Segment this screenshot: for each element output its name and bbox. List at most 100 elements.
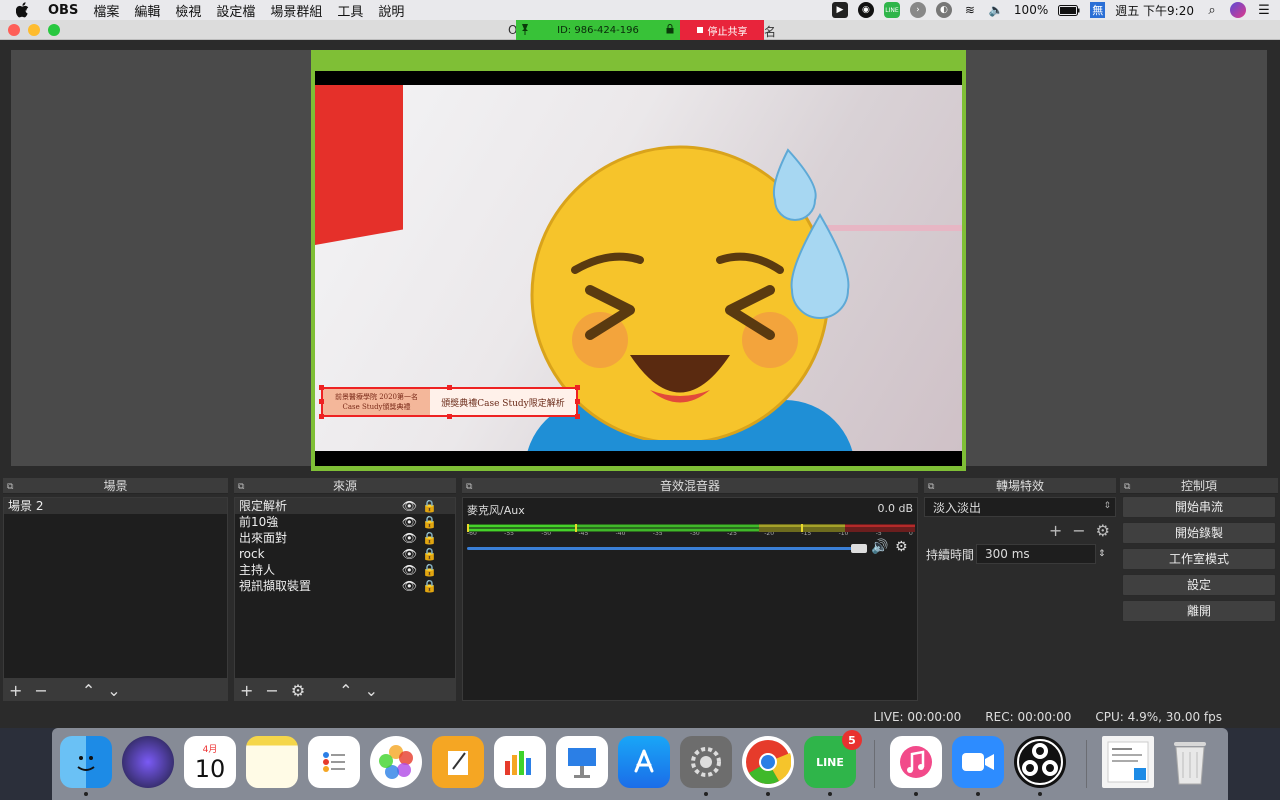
menu-edit[interactable]: 編輯 — [134, 1, 160, 20]
remove-source-button[interactable]: − — [265, 681, 278, 700]
start-streaming-button[interactable]: 開始串流 — [1122, 496, 1276, 518]
add-transition-button[interactable]: + — [1049, 521, 1062, 540]
move-source-up-button[interactable]: ⌃ — [339, 681, 352, 700]
resize-handle[interactable] — [575, 414, 580, 419]
fader-knob[interactable] — [851, 544, 867, 553]
exit-button[interactable]: 離開 — [1122, 600, 1276, 622]
menu-tools[interactable]: 工具 — [337, 1, 363, 20]
trash-icon[interactable] — [1164, 736, 1216, 788]
emoji-sweat-smile-icon[interactable] — [530, 140, 875, 440]
eye-icon[interactable]: 👁 — [402, 546, 417, 562]
input-method-indicator[interactable]: 無 — [1090, 2, 1106, 18]
minimize-window-button[interactable] — [28, 24, 40, 36]
lock-icon[interactable]: 🔒 — [422, 562, 437, 578]
obs-tray-icon[interactable]: ◉ — [857, 2, 874, 18]
transition-select[interactable]: 淡入淡出 ⇕ — [924, 497, 1116, 517]
lock-icon[interactable]: 🔒 — [422, 546, 437, 562]
pages-icon[interactable] — [432, 736, 484, 788]
source-item[interactable]: 出來面對 👁 🔒 — [235, 530, 455, 546]
downloads-stack-icon[interactable] — [1102, 736, 1154, 788]
resize-handle[interactable] — [319, 399, 324, 404]
lock-icon[interactable]: 🔒 — [422, 498, 437, 514]
dock-float-icon[interactable]: ⧉ — [466, 479, 472, 495]
video-icon[interactable]: ▶ — [831, 2, 848, 18]
obs-app-icon[interactable] — [1014, 736, 1066, 796]
scene-item[interactable]: 場景 2 — [4, 498, 227, 514]
battery-icon[interactable] — [1058, 4, 1080, 16]
webcam-source[interactable]: 前景醫療學院 2020第一名 Case Study頒獎典禮 頒獎典禮Case S… — [315, 85, 962, 451]
lock-icon[interactable]: 🔒 — [422, 578, 437, 594]
line-tray-icon[interactable]: LINE — [883, 2, 900, 18]
canvas-frame[interactable]: 前景醫療學院 2020第一名 Case Study頒獎典禮 頒獎典禮Case S… — [315, 71, 962, 466]
source-item[interactable]: 視訊擷取裝置 👁 🔒 — [235, 578, 455, 594]
sources-list[interactable]: 限定解析 👁 🔒 前10強 👁 🔒 出來面對 👁 🔒 rock 👁 🔒 主持人 👁 🔒 視訊擷取裝置… — [234, 497, 456, 679]
dock-float-icon[interactable]: ⧉ — [7, 479, 13, 495]
resize-handle[interactable] — [575, 385, 580, 390]
calendar-icon[interactable]: 4月 10 — [184, 736, 236, 788]
duration-stepper[interactable]: ⇕ — [1098, 549, 1106, 559]
line-app-icon[interactable]: LINE 5 — [804, 730, 862, 796]
itunes-music-icon[interactable] — [890, 736, 942, 796]
lock-icon[interactable]: 🔒 — [422, 530, 437, 546]
remove-transition-button[interactable]: − — [1072, 521, 1085, 540]
speaker-mute-icon[interactable]: 🔊 — [871, 539, 888, 555]
lower-third-overlay[interactable]: 前景醫療學院 2020第一名 Case Study頒獎典禮 頒獎典禮Case S… — [319, 385, 580, 419]
dock-float-icon[interactable]: ⧉ — [238, 479, 244, 495]
eye-icon[interactable]: 👁 — [402, 530, 417, 546]
remove-scene-button[interactable]: − — [34, 681, 47, 700]
start-recording-button[interactable]: 開始錄製 — [1122, 522, 1276, 544]
source-item[interactable]: rock 👁 🔒 — [235, 546, 455, 562]
add-source-button[interactable]: + — [240, 681, 253, 700]
eye-icon[interactable]: 👁 — [402, 498, 417, 514]
menu-profile[interactable]: 設定檔 — [216, 1, 255, 20]
zoom-app-icon[interactable] — [952, 736, 1004, 796]
photos-icon[interactable] — [370, 736, 422, 788]
apple-icon[interactable] — [16, 2, 34, 18]
forward-icon[interactable]: › — [909, 2, 926, 18]
mixer-settings-gear-icon[interactable]: ⚙ — [895, 539, 908, 555]
pin-icon[interactable] — [520, 23, 530, 38]
menu-clock[interactable]: 週五 下午9:20 — [1115, 2, 1194, 19]
menu-view[interactable]: 檢視 — [175, 1, 201, 20]
system-preferences-icon[interactable] — [680, 736, 732, 796]
resize-handle[interactable] — [319, 385, 324, 390]
stop-share-button[interactable]: 停止共享 — [680, 20, 764, 40]
studio-mode-button[interactable]: 工作室模式 — [1122, 548, 1276, 570]
airplay-icon[interactable]: ◐ — [935, 2, 952, 18]
chrome-icon[interactable] — [742, 736, 794, 796]
source-settings-gear-icon[interactable]: ⚙ — [291, 681, 305, 700]
notes-icon[interactable] — [246, 736, 298, 788]
program-canvas[interactable]: 前景醫療學院 2020第一名 Case Study頒獎典禮 頒獎典禮Case S… — [311, 50, 966, 471]
source-item[interactable]: 前10強 👁 🔒 — [235, 514, 455, 530]
move-source-down-button[interactable]: ⌄ — [365, 681, 378, 700]
duration-input[interactable]: 300 ms — [976, 544, 1096, 564]
menu-app-name[interactable]: OBS — [48, 3, 78, 18]
menu-file[interactable]: 檔案 — [93, 1, 119, 20]
volume-icon[interactable]: 🔈 — [988, 2, 1004, 18]
keynote-icon[interactable] — [556, 736, 608, 788]
fader-track[interactable] — [467, 547, 857, 550]
finder-icon[interactable] — [60, 736, 112, 796]
eye-icon[interactable]: 👁 — [402, 514, 417, 530]
resize-handle[interactable] — [447, 385, 452, 390]
move-scene-down-button[interactable]: ⌄ — [107, 681, 120, 700]
menu-scene-collection[interactable]: 場景群組 — [270, 1, 322, 20]
resize-handle[interactable] — [319, 414, 324, 419]
notification-center-icon[interactable]: ☰ — [1256, 2, 1272, 18]
add-scene-button[interactable]: + — [9, 681, 22, 700]
volume-fader[interactable]: 🔊 ⚙ — [467, 539, 913, 557]
transition-settings-gear-icon[interactable]: ⚙ — [1096, 521, 1110, 540]
scenes-list[interactable]: 場景 2 — [3, 497, 228, 679]
menu-help[interactable]: 說明 — [378, 1, 404, 20]
resize-handle[interactable] — [575, 399, 580, 404]
lock-icon[interactable]: 🔒 — [422, 514, 437, 530]
siri-icon[interactable] — [122, 736, 174, 788]
resize-handle[interactable] — [447, 414, 452, 419]
dock-float-icon[interactable]: ⧉ — [928, 479, 934, 495]
spotlight-search-icon[interactable]: ⌕ — [1204, 2, 1220, 18]
wifi-icon[interactable]: ≋ — [962, 2, 978, 18]
move-scene-up-button[interactable]: ⌃ — [82, 681, 95, 700]
source-item[interactable]: 限定解析 👁 🔒 — [235, 498, 455, 514]
dock-float-icon[interactable]: ⧉ — [1124, 479, 1130, 495]
eye-icon[interactable]: 👁 — [402, 562, 417, 578]
